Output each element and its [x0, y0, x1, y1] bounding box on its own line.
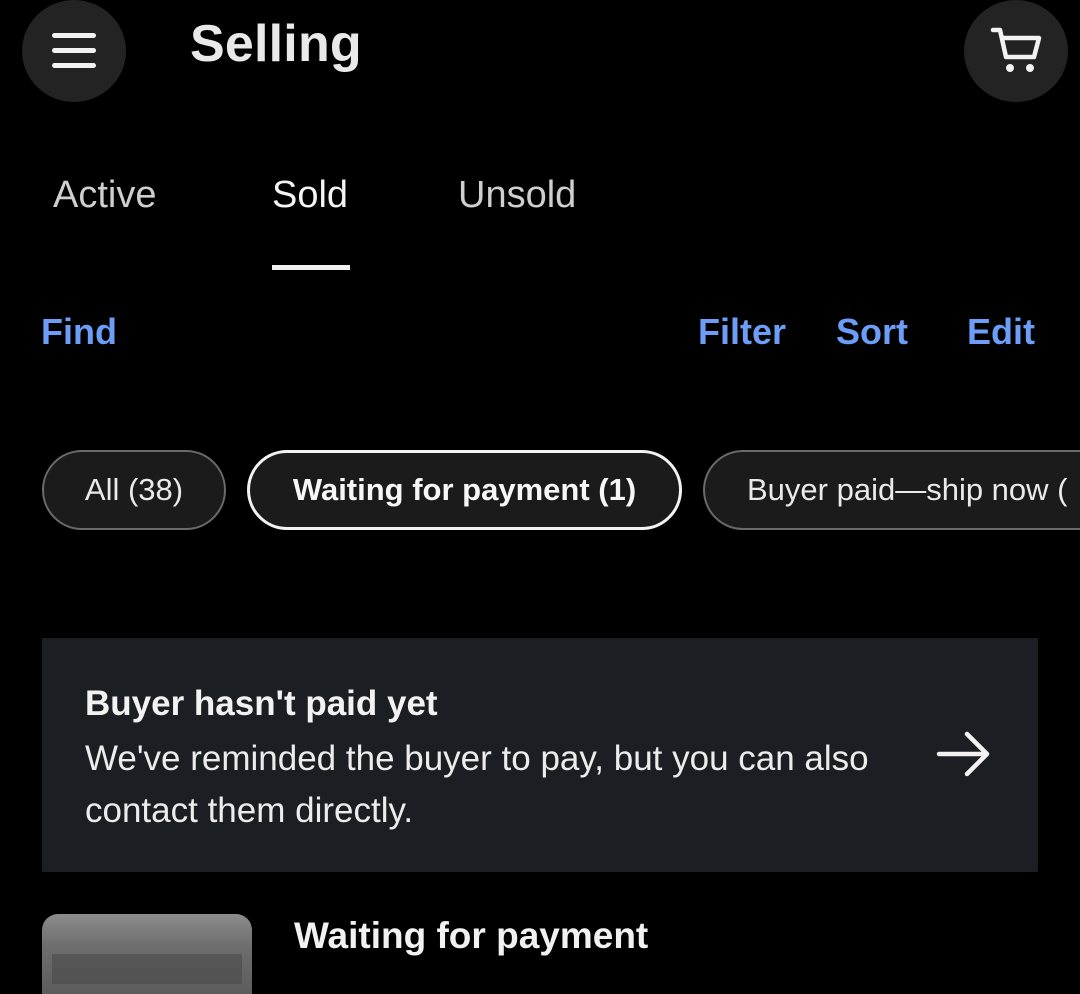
chip-waiting-for-payment[interactable]: Waiting for payment (1) [247, 450, 682, 530]
thumbnail-image-detail [52, 954, 242, 984]
tab-active[interactable]: Active [53, 174, 156, 217]
shopping-cart-icon [990, 27, 1042, 72]
hamburger-menu-icon-line [52, 48, 96, 53]
hamburger-menu-icon-line [52, 63, 96, 68]
hamburger-menu-icon [52, 33, 96, 38]
cart-button[interactable] [964, 0, 1068, 102]
listing-status: Waiting for payment [294, 915, 649, 956]
menu-button[interactable] [22, 0, 126, 102]
edit-button[interactable]: Edit [967, 311, 1035, 353]
selected-tab-indicator [272, 265, 350, 270]
arrow-right-icon[interactable] [935, 729, 993, 779]
chip-buyer-paid-ship-now[interactable]: Buyer paid—ship now ( [703, 450, 1080, 530]
item-thumbnail[interactable] [42, 914, 252, 994]
app-header: Selling [0, 0, 1080, 102]
find-button[interactable]: Find [41, 311, 117, 353]
tab-sold[interactable]: Sold [272, 174, 348, 217]
page-title: Selling [190, 15, 362, 73]
sort-button[interactable]: Sort [836, 311, 908, 353]
filter-button[interactable]: Filter [698, 311, 786, 353]
banner-title: Buyer hasn't paid yet [85, 684, 438, 723]
tab-unsold[interactable]: Unsold [458, 174, 576, 217]
banner-message: We've reminded the buyer to pay, but you… [85, 739, 869, 830]
chip-all[interactable]: All (38) [42, 450, 226, 530]
unpaid-notice-banner[interactable]: Buyer hasn't paid yet We've reminded the… [42, 638, 1038, 872]
